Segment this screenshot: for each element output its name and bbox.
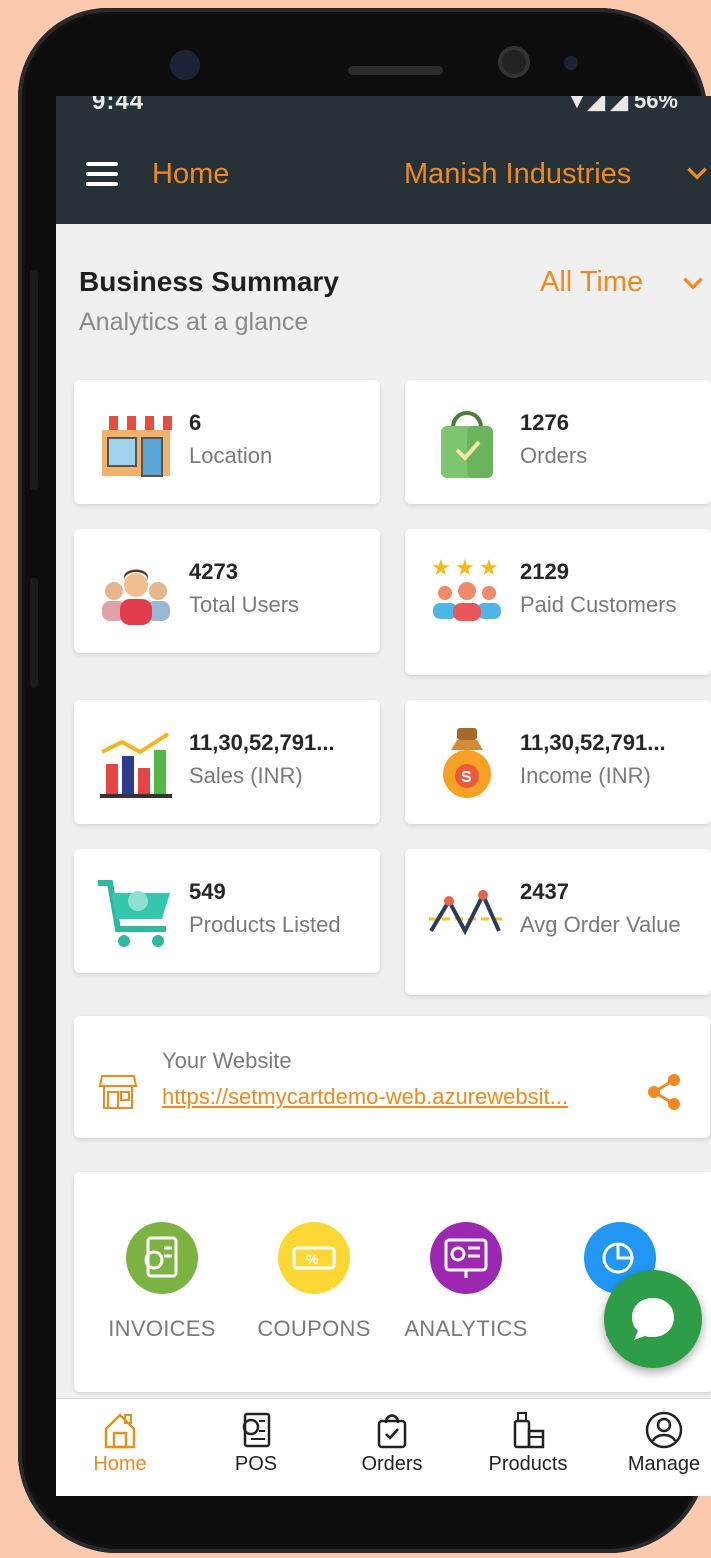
quick-action-analytics[interactable]: ANALYTICS [396,1222,536,1342]
invoice-icon [126,1222,198,1294]
nav-item-products[interactable]: Products [468,1411,588,1476]
status-icons: ▼◢ ◢ 56% [566,96,678,114]
svg-text:★: ★ [431,555,451,580]
status-time: 9:44 [92,96,145,115]
rated-customers-icon: ★ ★ ★ [431,555,501,621]
analytics-icon [430,1222,502,1294]
stat-value: 2437 [520,879,569,904]
stat-label: Avg Order Value [520,912,681,937]
pos-icon [242,1412,271,1448]
power-button [30,578,38,688]
volume-button [30,270,38,490]
battery-level: 56% [633,96,678,113]
front-camera [170,50,200,80]
earpiece-speaker [348,66,443,75]
nav-item-manage[interactable]: Manage [604,1411,711,1476]
svg-text:★: ★ [455,555,475,580]
nav-label: Home [93,1453,147,1475]
share-icon[interactable] [646,1072,682,1112]
money-bag-icon: S [443,728,491,798]
nav-item-orders[interactable]: Orders [332,1411,452,1476]
stat-label: Sales (INR) [189,763,303,788]
svg-text:★: ★ [479,555,499,580]
quick-action-label: INVOICES [108,1316,216,1341]
shopping-bag-icon [441,411,493,478]
chevron-down-icon[interactable] [684,160,710,186]
svg-text:%: % [306,1251,319,1267]
status-bar: 9:44 ▼◢ ◢ 56% [56,96,711,122]
phone-frame: 9:44 ▼◢ ◢ 56% Home Manish Industries Bus… [18,8,711,1553]
company-selector[interactable]: Manish Industries [404,158,631,191]
users-icon [102,569,170,625]
stat-value: 11,30,52,791... [189,730,335,755]
chat-bubble-icon [632,1298,674,1340]
sensor-dot [564,56,578,70]
stat-label: Paid Customers [520,592,677,617]
nav-label: POS [234,1453,278,1475]
app-bar-title: Home [152,158,230,190]
bar-chart-icon [100,732,172,798]
stat-card-sales[interactable]: 11,30,52,791... Sales (INR) [74,700,380,824]
section-subtitle: Analytics at a glance [79,308,309,336]
products-icon [513,1412,545,1449]
website-link[interactable]: https://setmycartdemo-web.azurewebsit... [162,1084,568,1110]
stat-label: Products Listed [189,912,341,937]
time-range-selector[interactable]: All Time [540,266,643,299]
stat-label: Location [189,443,273,468]
quick-action-label: COUPONS [257,1316,371,1341]
home-icon [104,1413,136,1449]
website-card: Your Website https://setmycartdemo-web.a… [74,1016,710,1138]
store-icon [100,416,172,477]
quick-action-invoices[interactable]: INVOICES [92,1222,232,1342]
orders-bag-icon [377,1414,407,1449]
nav-item-home[interactable]: Home [60,1411,180,1476]
bottom-navigation: Home POS Orders Products Manage [56,1398,711,1496]
stat-card-income[interactable]: S 11,30,52,791... Income (INR) [405,700,711,824]
stat-card-orders[interactable]: 1276 Orders [405,380,711,504]
app-bar: Home Manish Industries [56,122,711,224]
stat-value: 1276 [520,410,569,435]
stat-label: Income (INR) [520,763,651,788]
storefront-icon [98,1075,138,1109]
stat-card-location[interactable]: 6 Location [74,380,380,504]
hamburger-menu-icon[interactable] [86,162,118,186]
stat-value: 6 [189,410,202,435]
stat-card-paid-customers[interactable]: ★ ★ ★ 2129 Paid Customers [405,529,711,675]
sensor-camera [498,46,530,78]
coupon-icon: % [278,1222,350,1294]
nav-label: Orders [361,1453,423,1475]
stat-card-avg-order-value[interactable]: 2437 Avg Order Value [405,849,711,995]
stat-card-products[interactable]: 549 Products Listed [74,849,380,973]
nav-item-pos[interactable]: POS [196,1411,316,1476]
cart-icon [98,880,170,947]
stat-value: 549 [189,879,226,904]
line-chart-icon [429,890,505,936]
user-profile-icon [645,1411,683,1449]
website-label: Your Website [162,1048,292,1073]
quick-action-coupons[interactable]: % COUPONS [244,1222,384,1342]
chat-fab-button[interactable] [604,1270,702,1368]
nav-label: Products [488,1453,568,1475]
nav-label: Manage [627,1453,701,1475]
stat-value: 4273 [189,559,238,584]
stat-value: 2129 [520,559,569,584]
stat-card-total-users[interactable]: 4273 Total Users [74,529,380,653]
stat-label: Total Users [189,592,300,617]
section-title: Business Summary [79,266,339,297]
quick-action-label: ANALYTICS [404,1316,528,1341]
stat-label: Orders [520,443,588,468]
chevron-down-icon[interactable] [680,270,706,296]
stat-value: 11,30,52,791... [520,730,666,755]
screen: 9:44 ▼◢ ◢ 56% Home Manish Industries Bus… [56,96,711,1496]
svg-text:S: S [461,769,472,786]
